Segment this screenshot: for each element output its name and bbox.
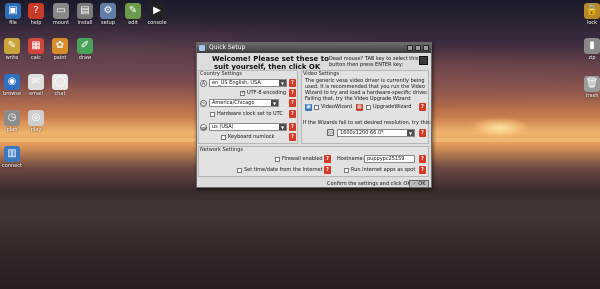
maximize-button[interactable]	[415, 45, 421, 51]
wallpaper-sun	[470, 118, 530, 138]
keyboard-select[interactable]: us (USA) ▼	[209, 123, 287, 131]
resolution-help-button[interactable]: ?	[419, 129, 426, 137]
utf8-help-button[interactable]: ?	[289, 89, 296, 97]
hostname-input[interactable]: puppypc25159	[364, 155, 415, 163]
timezone-help-button[interactable]: ?	[289, 99, 296, 107]
locale-help-button[interactable]: ?	[289, 79, 296, 87]
firewall-help-button[interactable]: ?	[324, 155, 331, 163]
video-wizard-icon: ▣	[305, 104, 312, 111]
email-icon: ✉	[28, 74, 44, 90]
window-title: Quick Setup	[209, 44, 246, 51]
lock-icon: 🔒	[584, 3, 600, 19]
confirm-text: Confirm the settings and click OK:	[327, 181, 413, 187]
video-wizard-label: VideoWizard	[321, 104, 353, 110]
edit-icon: ✎	[125, 3, 141, 19]
calc-icon: ▦	[28, 38, 44, 54]
draw-icon: ✐	[77, 38, 93, 54]
setup-icon: ⚙	[100, 3, 116, 19]
video-settings-header: Video Settings	[303, 71, 340, 77]
close-button[interactable]	[423, 45, 429, 51]
dead-mouse-button[interactable]	[419, 56, 428, 65]
resolution-hint: If the Wizards fail to set desired resol…	[303, 120, 432, 126]
globe-icon: ◉	[4, 74, 20, 90]
utf8-label: UTF-8 encoding	[247, 90, 287, 96]
upgrade-wizard-icon: ▦	[356, 104, 363, 111]
resolution-select[interactable]: 1600x1200 66.0* ▼	[337, 129, 415, 137]
keyboard-help-button[interactable]: ?	[289, 123, 296, 131]
country-settings-header: Country Settings	[200, 71, 242, 77]
hw-clock-help-button[interactable]: ?	[289, 110, 296, 118]
chevron-down-icon: ▼	[271, 100, 278, 106]
numlock-checkbox[interactable]	[221, 135, 226, 140]
window-app-icon	[199, 45, 205, 51]
video-info-line4: Failing that, try the Video Upgrade Wiza…	[305, 96, 412, 102]
firewall-checkbox[interactable]	[275, 157, 280, 162]
welcome-heading-line1: Welcome! Please set these to	[212, 55, 329, 63]
internet-time-label: Set time/date from the Internet	[244, 167, 323, 173]
monitor-icon: ▭	[327, 129, 334, 136]
minimize-button[interactable]	[407, 45, 413, 51]
network-settings-header: Network Settings	[200, 147, 243, 153]
video-wizard-checkbox[interactable]	[314, 105, 319, 110]
internet-time-help-button[interactable]: ?	[324, 166, 331, 174]
dead-mouse-line2: button then press ENTER key:	[329, 62, 404, 68]
utf8-checkbox[interactable]	[240, 90, 245, 96]
console-icon: ▶	[149, 3, 165, 19]
upgrade-wizard-label: UpgradeWizard	[373, 104, 412, 110]
desktop-icon-draw[interactable]: ✐ draw	[68, 38, 102, 61]
numlock-label: Keyboard numlock	[228, 134, 275, 140]
upgrade-wizard-checkbox[interactable]	[366, 105, 371, 110]
window-titlebar[interactable]: Quick Setup	[197, 43, 431, 53]
desktop-icon-connect[interactable]: ▥ connect	[0, 146, 29, 169]
clock-icon: ◷	[200, 100, 207, 107]
checkmark-icon: ✓	[412, 181, 417, 187]
chevron-down-icon: ▼	[279, 80, 286, 86]
desktop-icon-console[interactable]: ▶ console	[140, 3, 174, 26]
timezone-select[interactable]: America/Chicago ▼	[209, 99, 279, 107]
mount-icon: ▭	[53, 3, 69, 19]
internet-time-checkbox[interactable]	[237, 168, 242, 173]
hw-clock-checkbox[interactable]	[210, 112, 215, 117]
internet-apps-spot-checkbox[interactable]	[344, 168, 349, 173]
desktop-icon-chat[interactable]: ◯ chat	[43, 74, 77, 97]
internet-apps-spot-label: Run Internet apps as spot	[351, 167, 416, 173]
zip-icon: ▮	[584, 38, 600, 54]
ok-button[interactable]: ✓ OK	[409, 180, 429, 188]
hostname-label: Hostname:	[337, 156, 365, 162]
desktop-icon-lock[interactable]: 🔒 lock	[575, 3, 600, 26]
write-icon: ✎	[4, 38, 20, 54]
internet-apps-help-button[interactable]: ?	[419, 166, 426, 174]
chat-icon: ◯	[52, 74, 68, 90]
numlock-help-button[interactable]: ?	[289, 133, 296, 141]
hw-clock-label: Hardware clock set to UTC	[217, 111, 283, 117]
firewall-label: Firewall enabled	[282, 156, 323, 162]
hostname-help-button[interactable]: ?	[419, 155, 426, 163]
network-icon: ▥	[4, 146, 20, 162]
disc-icon: ◎	[28, 110, 44, 126]
desktop-icon-play[interactable]: ◎ play	[19, 110, 53, 133]
clock-icon: ◷	[4, 110, 20, 126]
locale-select[interactable]: en_US English, USA ▼	[209, 79, 287, 87]
trash-icon: 🗑	[584, 76, 600, 92]
keyboard-icon: ⌨	[200, 124, 207, 131]
locale-flag-icon: A	[200, 80, 207, 87]
help-icon: ?	[28, 3, 44, 19]
wallpaper-beach	[0, 200, 600, 289]
video-wizard-help-button[interactable]: ?	[419, 103, 426, 111]
chevron-down-icon: ▼	[407, 130, 414, 136]
chevron-down-icon: ▼	[279, 124, 286, 130]
paint-icon: ✿	[52, 38, 68, 54]
desktop-icon-zip[interactable]: ▮ zip	[575, 38, 600, 61]
desktop-icon-trash[interactable]: 🗑 trash	[575, 76, 600, 99]
